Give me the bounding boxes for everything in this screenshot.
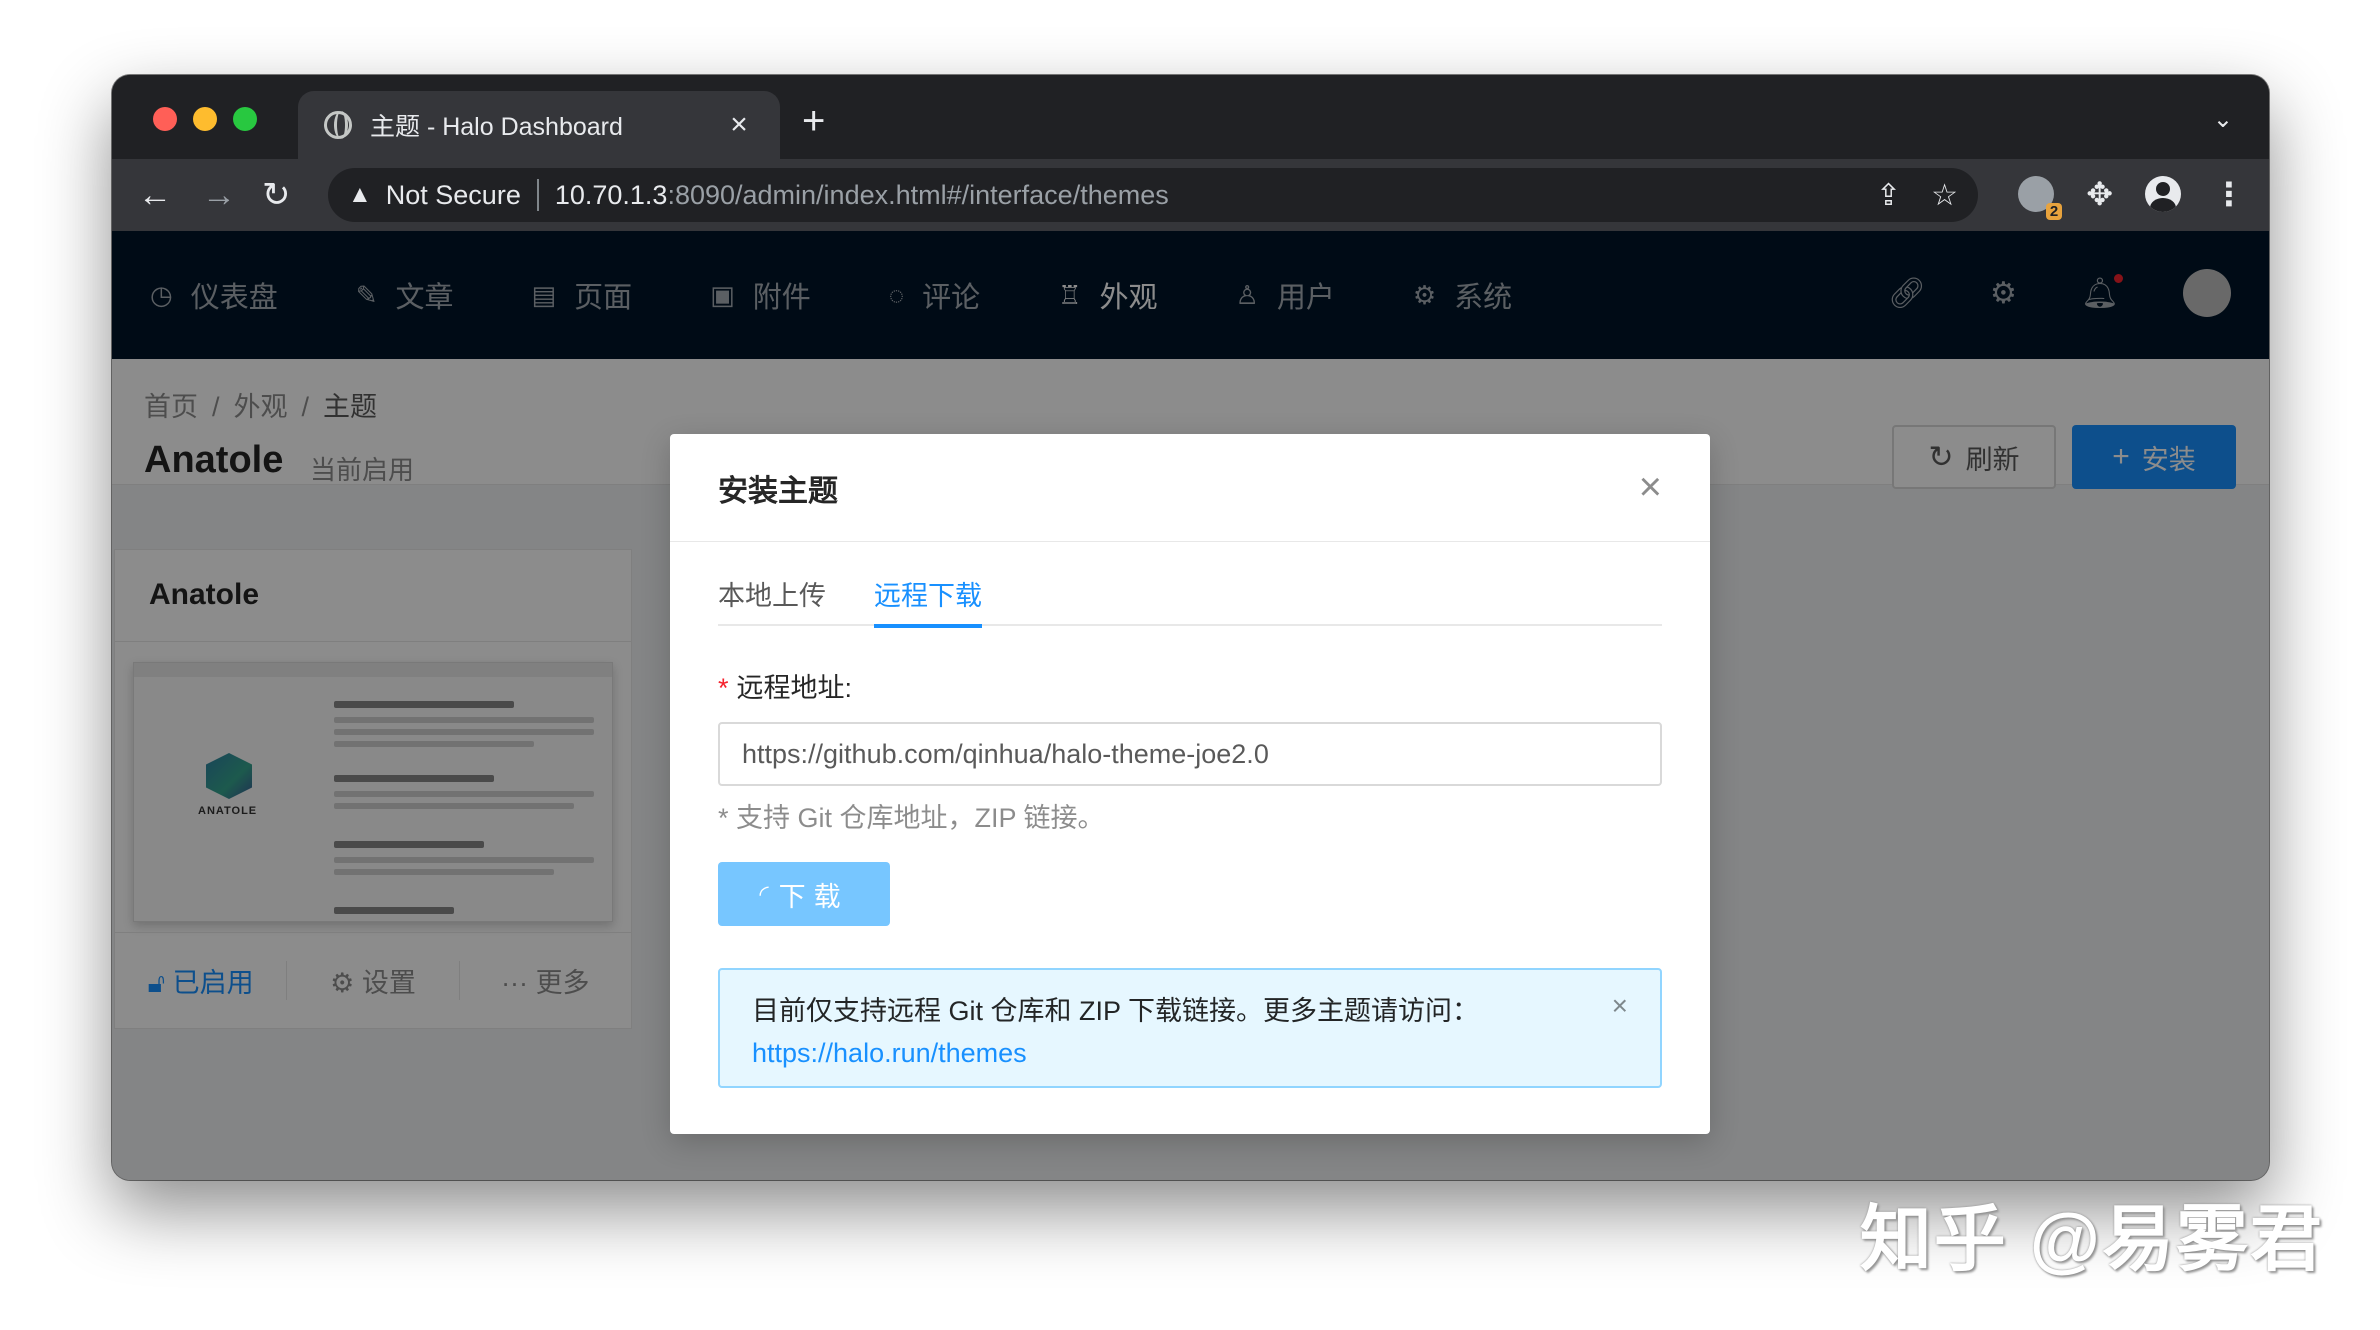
security-label[interactable]: Not Secure [386,180,521,211]
globe-icon [324,111,352,139]
required-mark: * [718,673,729,703]
divider [536,179,539,211]
install-theme-modal: 安装主题 × 本地上传 远程下载 *远程地址: * 支持 Git 仓库地址，ZI… [670,434,1710,1134]
tab-search-icon[interactable]: ⌄ [2213,105,2233,134]
tab-local-upload[interactable]: 本地上传 [718,574,826,626]
address-bar[interactable]: ▲ Not Secure 10.70.1.3:8090/admin/index.… [328,168,1978,222]
alert-message: 目前仅支持远程 Git 仓库和 ZIP 下载链接。更多主题请访问： [752,996,1480,1026]
url-path[interactable]: :8090/admin/index.html#/interface/themes [667,180,1168,211]
new-tab-button[interactable]: + [802,101,825,141]
forward-arrow-icon[interactable]: → [202,175,236,215]
extensions-puzzle-icon[interactable]: ✥ [2086,175,2113,213]
close-icon[interactable]: × [1639,465,1662,510]
warning-icon[interactable]: ▲ [348,181,372,209]
modal-tabs: 本地上传 远程下载 [718,574,1662,628]
loading-spinner-icon: ◜ [759,880,769,908]
reload-icon[interactable]: ↻ [262,175,291,215]
minimize-window-button[interactable] [193,107,217,131]
remote-url-label-text: 远程地址: [736,673,853,703]
back-arrow-icon[interactable]: ← [138,175,172,215]
kebab-menu-icon[interactable]: ⋮ [2213,175,2245,213]
maximize-window-button[interactable] [233,107,257,131]
download-label: 下载 [778,881,849,912]
tab-close-icon[interactable]: × [724,108,754,142]
tab-title: 主题 - Halo Dashboard [370,113,623,141]
profile-avatar-icon[interactable] [2145,176,2181,212]
url-host[interactable]: 10.70.1.3 [555,180,668,211]
remote-url-input[interactable] [718,722,1662,786]
close-window-button[interactable] [153,107,177,131]
alert-close-icon[interactable]: × [1612,990,1628,1022]
share-icon[interactable]: ⇪ [1876,178,1901,213]
browser-tab[interactable]: 主题 - Halo Dashboard × [298,91,780,159]
download-button[interactable]: ◜ 下载 [718,862,890,926]
info-alert: 目前仅支持远程 Git 仓库和 ZIP 下载链接。更多主题请访问： https:… [718,968,1662,1088]
themes-link[interactable]: https://halo.run/themes [752,1038,1027,1068]
extension-button[interactable]: 2 [2018,176,2063,220]
remote-url-hint: * 支持 Git 仓库地址，ZIP 链接。 [718,803,1105,833]
extension-badge: 2 [2045,203,2063,220]
tab-strip: 主题 - Halo Dashboard × + ⌄ [112,75,2269,159]
modal-header: 安装主题 × [670,434,1710,542]
browser-toolbar: ← → ↻ ▲ Not Secure 10.70.1.3:8090/admin/… [112,159,2269,231]
watermark: 知乎 @易雾君 [1859,1200,2324,1280]
modal-title: 安装主题 [718,474,838,508]
remote-url-label: * 远程地址: [718,666,852,705]
bookmark-star-icon[interactable]: ☆ [1931,178,1958,213]
tab-remote-download[interactable]: 远程下载 [874,574,982,628]
